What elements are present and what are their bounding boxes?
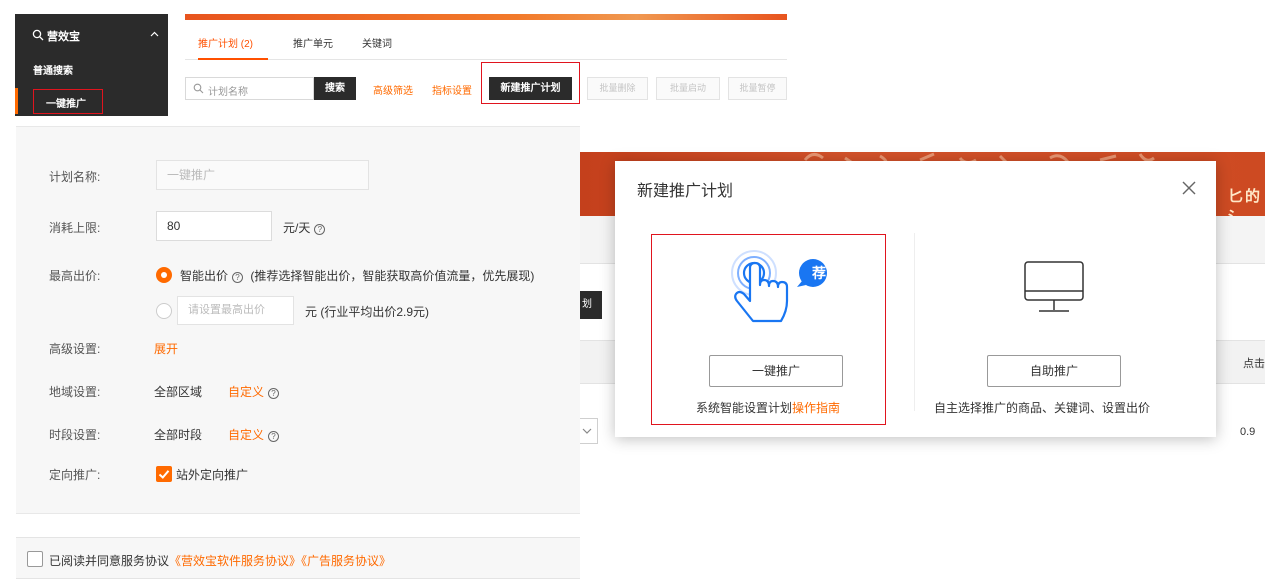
region-value: 全部区域 [154, 385, 203, 399]
tab-keywords[interactable]: 关键词 [362, 35, 392, 50]
new-plan-button[interactable]: 新建推广计划 [489, 77, 572, 100]
region-customize-link[interactable]: 自定义 [228, 385, 264, 399]
targeting-checkbox[interactable] [156, 466, 172, 482]
advanced-settings-label: 高级设置: [49, 342, 101, 356]
self-promo-description: 自主选择推广的商品、关键词、设置出价 [934, 401, 1151, 415]
agreement-text: 已阅读并同意服务协议《营效宝软件服务协议》《广告服务协议》 [49, 552, 391, 569]
modal-title: 新建推广计划 [637, 183, 734, 200]
budget-label: 消耗上限: [49, 221, 101, 235]
guide-link[interactable]: 操作指南 [792, 401, 840, 415]
help-icon[interactable]: ? [232, 272, 244, 283]
smart-bid-option: 智能出价? (推荐选择智能出价，智能获取高价值流量，优先展现) [180, 267, 534, 284]
one-click-desc-text: 系统智能设置计划 [696, 401, 793, 415]
advanced-filter-link[interactable]: 高级筛选 [373, 82, 413, 97]
chevron-down-icon [582, 428, 592, 434]
recommend-badge: 荐 [812, 265, 826, 281]
background-select-fragment [580, 418, 598, 444]
time-label: 时段设置: [49, 428, 101, 442]
budget-unit: 元/天? [283, 219, 326, 236]
check-icon [158, 470, 170, 479]
tap-hand-icon [731, 250, 827, 323]
max-bid-label: 最高出价: [49, 269, 101, 283]
self-promo-button[interactable]: 自助推广 [987, 355, 1121, 387]
time-customize-link[interactable]: 自定义 [228, 428, 264, 442]
modal-divider [914, 233, 915, 411]
smart-bid-note: (推荐选择智能出价，智能获取高价值流量，优先展现) [250, 269, 535, 283]
one-click-description: 系统智能设置计划操作指南 [696, 399, 840, 416]
agreement-checkbox[interactable] [27, 551, 43, 567]
radio-manual-bid[interactable] [156, 303, 172, 319]
close-icon[interactable] [1180, 179, 1198, 197]
monitor-icon [1024, 261, 1084, 312]
new-plan-modal: 新建推广计划 荐 一键推广 系统智能设置计划操作指南 自助推广 自主选择推广的商… [615, 161, 1216, 437]
tab-units[interactable]: 推广单元 [293, 35, 333, 50]
agreement-prefix: 已阅读并同意服务协议 [49, 554, 170, 568]
search-placeholder: 计划名称 [208, 87, 248, 98]
search-icon [193, 83, 204, 94]
time-customize: 自定义? [228, 426, 280, 443]
help-icon[interactable]: ? [314, 224, 326, 235]
plan-name-input[interactable]: 一键推广 [156, 160, 369, 190]
background-header-fragment: 点击 [1243, 358, 1265, 370]
ad-agreement-link[interactable]: 《广告服务协议》 [301, 554, 391, 568]
tab-active-underline [198, 58, 268, 60]
background-cell-value: 0.9 [1240, 426, 1256, 438]
sidebar-item-normal-search[interactable]: 普通搜索 [33, 62, 73, 77]
background-button-fragment: 划 [580, 291, 602, 319]
metric-settings-link[interactable]: 指标设置 [432, 82, 472, 97]
help-icon[interactable]: ? [268, 388, 280, 399]
chevron-up-icon[interactable] [150, 31, 159, 37]
software-agreement-link[interactable]: 《营效宝软件服务协议》 [169, 554, 301, 568]
time-value: 全部时段 [154, 428, 203, 442]
plan-form: 计划名称: 一键推广 消耗上限: 80 元/天? 最高出价: 智能出价? (推荐… [16, 126, 580, 514]
sidebar-header[interactable]: 营效宝 [15, 28, 168, 44]
batch-delete-button[interactable]: 批量删除 [587, 77, 648, 100]
manual-bid-note: 元 (行业平均出价2.9元) [305, 305, 430, 319]
budget-unit-text: 元/天 [283, 221, 311, 235]
targeting-value: 站外定向推广 [176, 468, 249, 482]
sidebar-item-one-click-promo[interactable]: 一键推广 [33, 89, 103, 114]
sidebar-active-indicator [15, 88, 18, 114]
search-button[interactable]: 搜索 [314, 77, 356, 100]
plan-search-input[interactable]: 计划名称 [185, 77, 314, 100]
manual-bid-input[interactable]: 请设置最高出价 [177, 296, 294, 325]
expand-advanced-link[interactable]: 展开 [154, 340, 178, 357]
one-click-promo-button[interactable]: 一键推广 [709, 355, 843, 387]
region-label: 地域设置: [49, 385, 101, 399]
agreement-row: 已阅读并同意服务协议《营效宝软件服务协议》《广告服务协议》 [16, 537, 580, 579]
tab-plans[interactable]: 推广计划 (2) [198, 35, 253, 50]
smart-bid-label: 智能出价 [180, 269, 229, 283]
help-icon[interactable]: ? [268, 431, 280, 442]
targeting-label: 定向推广: [49, 468, 101, 482]
batch-start-button[interactable]: 批量启动 [656, 77, 720, 100]
plan-name-label: 计划名称: [49, 170, 101, 184]
sidebar: 营效宝 普通搜索 一键推广 [15, 14, 168, 116]
tab-bar: 推广计划 (2) 推广单元 关键词 [185, 20, 787, 60]
batch-pause-button[interactable]: 批量暂停 [728, 77, 787, 100]
budget-input[interactable]: 80 [156, 211, 272, 241]
sidebar-header-label: 营效宝 [47, 31, 80, 43]
region-customize: 自定义? [228, 383, 280, 400]
radio-smart-bid[interactable] [156, 267, 172, 283]
search-icon [32, 29, 44, 41]
